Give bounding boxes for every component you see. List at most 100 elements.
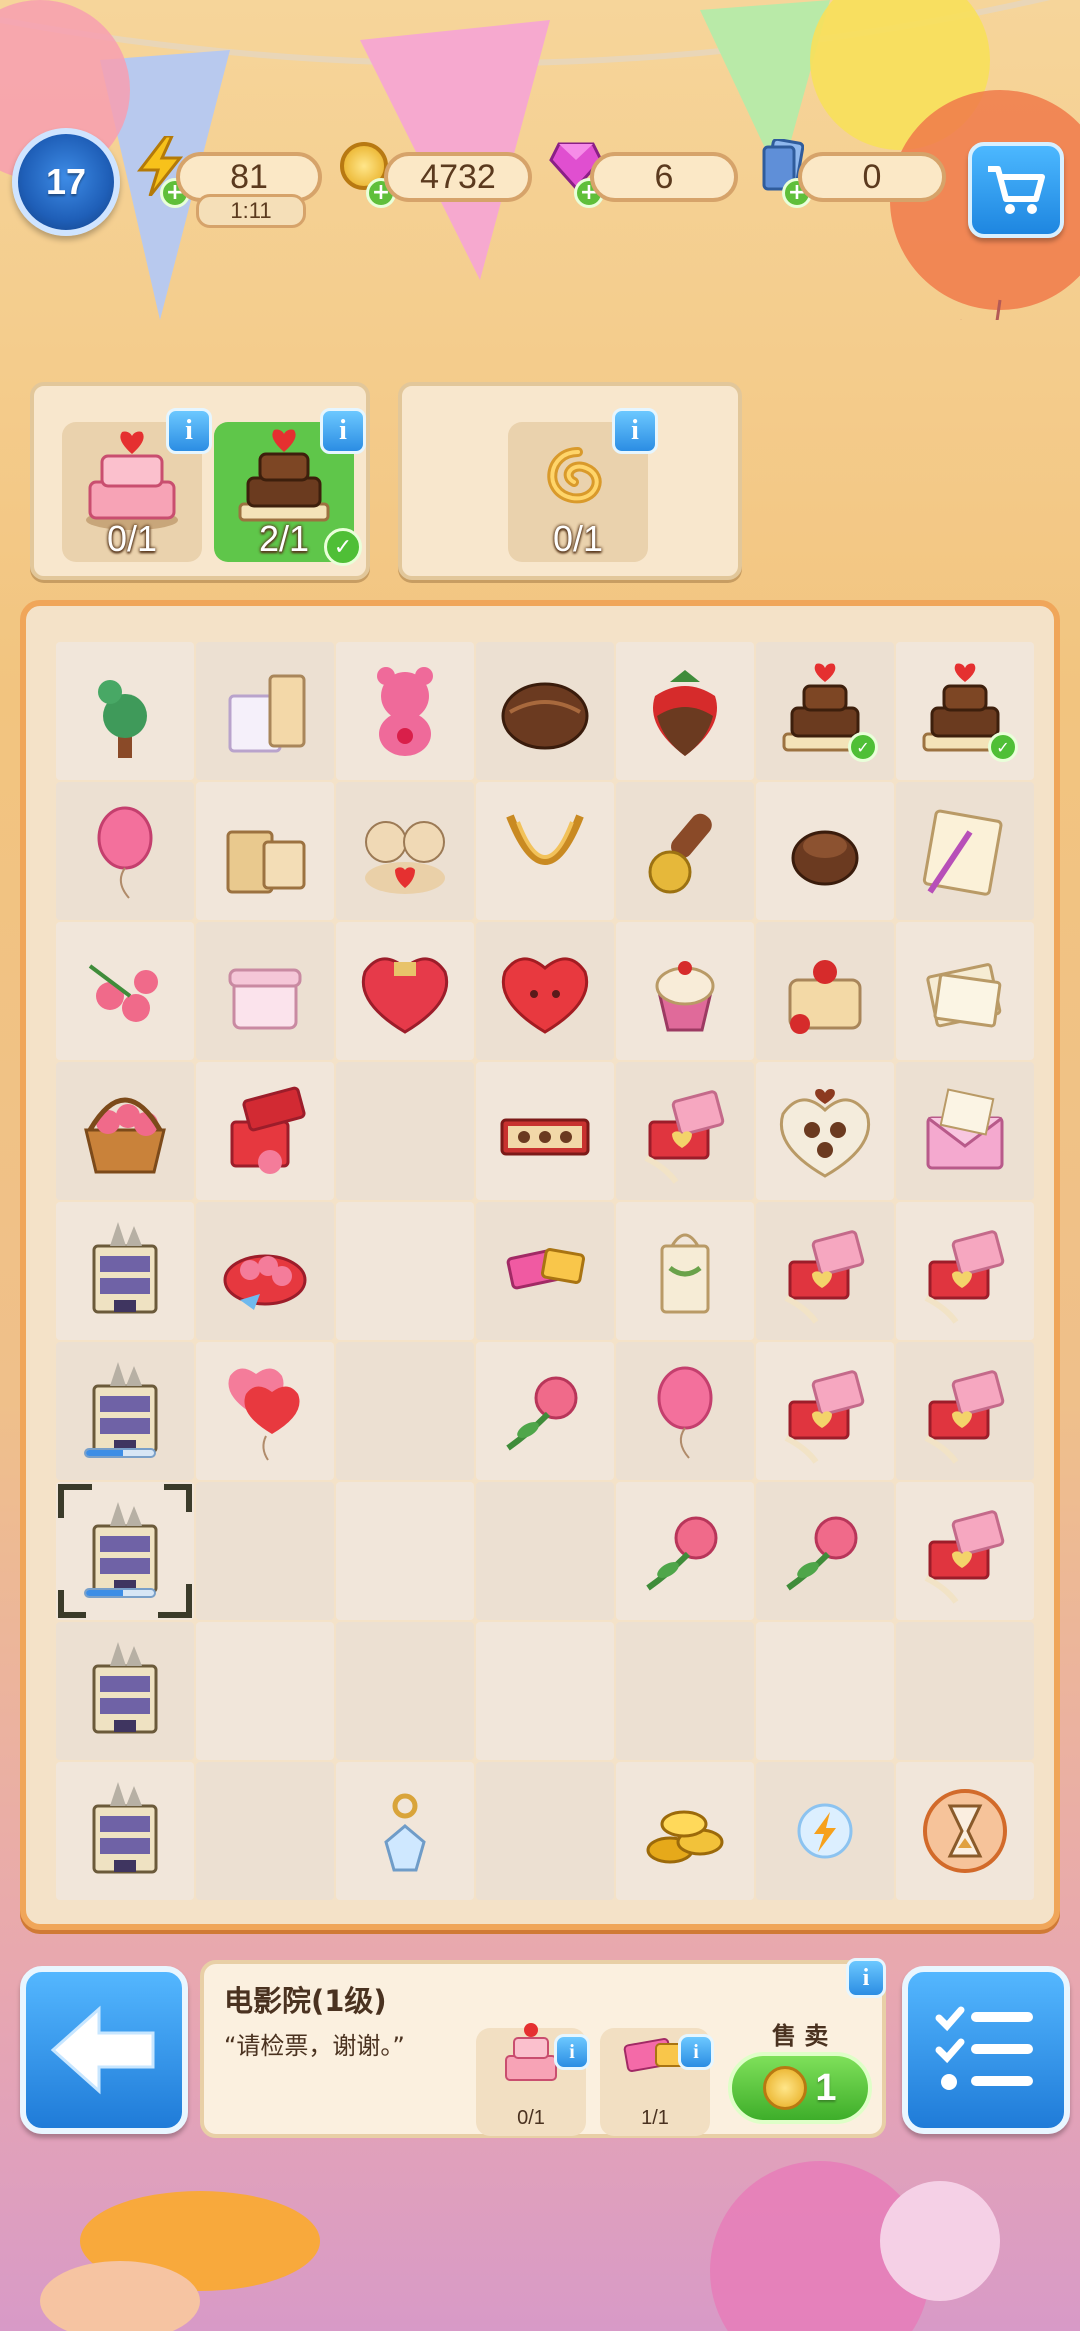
board-cell[interactable]	[336, 1062, 474, 1200]
back-button[interactable]	[20, 1966, 188, 2134]
board-cell[interactable]	[56, 922, 194, 1060]
board-cell[interactable]	[56, 1622, 194, 1760]
board-cell[interactable]	[56, 1482, 194, 1620]
board-cell[interactable]	[336, 1342, 474, 1480]
red-heart-icon[interactable]	[490, 936, 600, 1046]
board-cell[interactable]	[196, 782, 334, 920]
level-badge[interactable]: 17	[12, 128, 120, 236]
energy-orb-icon[interactable]	[770, 1776, 880, 1886]
board-cell[interactable]	[896, 1342, 1034, 1480]
task-list-button[interactable]	[902, 1966, 1070, 2134]
cupid-topiary-icon[interactable]	[70, 656, 180, 766]
order-panel-1[interactable]: 0/1 i 2/1 i ✓	[30, 382, 370, 580]
shop-cart-button[interactable]	[968, 142, 1064, 238]
board-cell[interactable]	[756, 782, 894, 920]
ring-box-icon[interactable]	[910, 1356, 1020, 1466]
board-cell[interactable]	[616, 1062, 754, 1200]
chocolate-truffle-icon[interactable]	[490, 656, 600, 766]
board-cell[interactable]	[336, 1762, 474, 1900]
chocolate-box-icon[interactable]	[490, 1076, 600, 1186]
product-info-button[interactable]: i	[554, 2034, 590, 2070]
board-cell[interactable]	[196, 1622, 334, 1760]
board-cell[interactable]	[756, 1202, 894, 1340]
wax-seal-stamp-icon[interactable]	[630, 796, 740, 906]
order-panel-2[interactable]: 0/1 i	[398, 382, 742, 580]
board-cell[interactable]	[336, 922, 474, 1060]
board-cell[interactable]	[56, 782, 194, 920]
board-cell[interactable]	[196, 1762, 334, 1900]
board-cell[interactable]	[476, 1202, 614, 1340]
rose-basket-icon[interactable]	[70, 1076, 180, 1186]
board-cell[interactable]	[616, 1762, 754, 1900]
board-cell[interactable]	[756, 1762, 894, 1900]
pink-teddy-bear-icon[interactable]	[350, 656, 460, 766]
board-cell[interactable]	[896, 1762, 1034, 1900]
board-cell[interactable]	[616, 782, 754, 920]
rose-icon[interactable]	[770, 1496, 880, 1606]
board-cell[interactable]	[476, 1762, 614, 1900]
board-cell[interactable]	[196, 1062, 334, 1200]
board-cell[interactable]	[476, 922, 614, 1060]
board-cell[interactable]	[336, 782, 474, 920]
teddy-couple-icon[interactable]	[350, 796, 460, 906]
pink-balloon-icon[interactable]	[70, 796, 180, 906]
board-cell[interactable]	[756, 1062, 894, 1200]
rose-icon[interactable]	[490, 1356, 600, 1466]
board-cell[interactable]	[896, 1062, 1034, 1200]
hourglass-icon[interactable]	[910, 1776, 1020, 1886]
board-cell[interactable]	[756, 1342, 894, 1480]
board-cell[interactable]	[616, 1622, 754, 1760]
board-cell[interactable]	[896, 922, 1034, 1060]
board-cell[interactable]	[896, 1202, 1034, 1340]
board-cell[interactable]	[196, 922, 334, 1060]
heart-gift-box-icon[interactable]	[350, 936, 460, 1046]
item-info-button[interactable]: i	[846, 1958, 886, 1998]
crystal-pendant-icon[interactable]	[350, 1776, 460, 1886]
board-cell[interactable]	[336, 1202, 474, 1340]
rose-icon[interactable]	[630, 1496, 740, 1606]
board-cell[interactable]	[616, 1342, 754, 1480]
heart-balloons-icon[interactable]	[210, 1356, 320, 1466]
board-cell[interactable]	[896, 1482, 1034, 1620]
board-cell[interactable]	[196, 1342, 334, 1480]
board-cell[interactable]	[616, 642, 754, 780]
board-cell[interactable]	[196, 1482, 334, 1620]
board-cell[interactable]	[896, 782, 1034, 920]
board-cell[interactable]	[896, 1622, 1034, 1760]
gift-bags-icon[interactable]	[210, 656, 320, 766]
cinema-tickets-icon[interactable]	[490, 1216, 600, 1326]
product-info-button[interactable]: i	[678, 2034, 714, 2070]
board-cell[interactable]	[196, 642, 334, 780]
ring-box-icon[interactable]	[910, 1216, 1020, 1326]
board-cell[interactable]	[476, 1342, 614, 1480]
rose-tin-icon[interactable]	[210, 1216, 320, 1326]
ring-box-icon[interactable]	[770, 1216, 880, 1326]
shopping-bags-icon[interactable]	[210, 796, 320, 906]
board-cell[interactable]	[616, 922, 754, 1060]
board-cell[interactable]	[56, 1062, 194, 1200]
order-item-info-button[interactable]: i	[166, 408, 212, 454]
rose-box-icon[interactable]	[210, 1076, 320, 1186]
board-cell[interactable]	[616, 1482, 754, 1620]
red-roses-icon[interactable]	[70, 936, 180, 1046]
ring-box-icon[interactable]	[630, 1076, 740, 1186]
paper-sheets-icon[interactable]	[910, 936, 1020, 1046]
board-cell[interactable]	[476, 1482, 614, 1620]
board-cell[interactable]	[476, 642, 614, 780]
chocolate-bonbon-icon[interactable]	[770, 796, 880, 906]
strawberry-charlotte-icon[interactable]	[770, 936, 880, 1046]
chocolate-strawberry-icon[interactable]	[630, 656, 740, 766]
board-cell[interactable]	[476, 1062, 614, 1200]
board-cell[interactable]: ✓	[756, 642, 894, 780]
order-item-info-button[interactable]: i	[612, 408, 658, 454]
board-cell[interactable]	[56, 642, 194, 780]
cupcake-icon[interactable]	[630, 936, 740, 1046]
board-cell[interactable]	[336, 1482, 474, 1620]
ring-box-icon[interactable]	[770, 1356, 880, 1466]
board-cell[interactable]	[336, 642, 474, 780]
cinema-building-icon[interactable]	[70, 1636, 180, 1746]
pink-balloon-icon[interactable]	[630, 1356, 740, 1466]
ring-box-icon[interactable]	[910, 1496, 1020, 1606]
board-cell[interactable]	[196, 1202, 334, 1340]
pink-envelope-icon[interactable]	[910, 1076, 1020, 1186]
